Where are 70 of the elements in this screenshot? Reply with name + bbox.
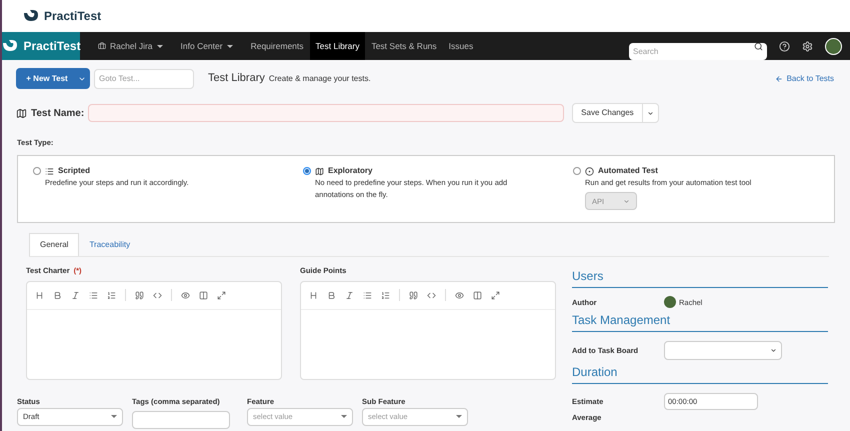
- editor-tool-icon[interactable]: [345, 290, 354, 300]
- section-title: Task Management: [572, 311, 828, 332]
- test-type-name: Automated Test: [598, 165, 658, 178]
- target-icon: [585, 166, 594, 176]
- chevron-icon: [770, 347, 777, 354]
- editor-tool-icon[interactable]: [199, 290, 208, 300]
- test-type-name: Exploratory: [328, 165, 372, 178]
- nav-tab[interactable]: Info Center: [174, 32, 239, 60]
- editor-tool-icon[interactable]: [89, 290, 98, 300]
- editor-tool-icon[interactable]: [327, 290, 336, 300]
- editor-tool-icon[interactable]: [135, 290, 144, 300]
- map-icon: [315, 166, 324, 176]
- arrow-left-icon: [774, 74, 783, 82]
- caret-icon: [156, 44, 163, 48]
- help-icon[interactable]: [779, 40, 790, 52]
- author-avatar: [664, 296, 676, 308]
- nav-tab[interactable]: Rachel Jira: [92, 32, 169, 60]
- caret-icon: [646, 110, 654, 116]
- tags-field[interactable]: [132, 410, 230, 428]
- section-title: Duration: [572, 363, 828, 384]
- editor-tool-icon[interactable]: [181, 290, 190, 300]
- logo-icon: [22, 9, 40, 23]
- briefcase-icon: [98, 42, 106, 50]
- brand-name: PractiTest: [23, 38, 81, 55]
- search-icon[interactable]: [754, 42, 763, 50]
- editor-tool-icon[interactable]: [71, 290, 80, 300]
- page-subtitle: Create & manage your tests.: [268, 72, 371, 84]
- editor-tool-icon[interactable]: [491, 290, 500, 300]
- save-changes-button[interactable]: Save Changes: [572, 103, 659, 123]
- test-name-label: Test Name:: [31, 106, 84, 120]
- avatar[interactable]: [825, 38, 842, 54]
- editor-tool-icon[interactable]: [427, 290, 436, 300]
- editor-tool-icon[interactable]: [107, 290, 116, 300]
- radio-button[interactable]: [573, 167, 581, 176]
- chevron-icon: [623, 198, 630, 205]
- test-name-field[interactable]: [88, 104, 564, 122]
- editor-tool-icon[interactable]: [153, 290, 162, 300]
- nav-tab[interactable]: Test Sets & Runs: [365, 32, 443, 60]
- page-title: Test Library: [208, 71, 265, 86]
- goto-field[interactable]: Goto Test...: [94, 68, 194, 88]
- test-type-name: Scripted: [58, 165, 90, 178]
- brand-bar[interactable]: PractiTest: [2, 32, 80, 60]
- nav-tab[interactable]: Requirements: [244, 32, 310, 60]
- section-title: Users: [572, 267, 828, 288]
- editor-tool-icon[interactable]: [455, 290, 464, 300]
- map-icon: [16, 108, 27, 118]
- caret-icon: [111, 415, 117, 418]
- editor-tool-icon[interactable]: [381, 290, 390, 300]
- tab[interactable]: General: [29, 233, 80, 256]
- nav-tab[interactable]: Issues: [442, 32, 480, 60]
- new-test-button[interactable]: + New Test: [16, 68, 90, 89]
- radio-button[interactable]: [303, 167, 311, 176]
- editor-tool-icon[interactable]: [363, 290, 372, 300]
- back-link[interactable]: Back to Tests: [774, 72, 834, 84]
- editor-tool-icon[interactable]: [473, 290, 482, 300]
- list-icon: [45, 166, 54, 176]
- tab[interactable]: Traceability: [79, 233, 140, 256]
- editor-tool-icon[interactable]: [217, 290, 226, 300]
- nav-tab[interactable]: Test Library: [310, 32, 366, 60]
- editor-tool-icon[interactable]: [409, 290, 418, 300]
- editor-tool-icon[interactable]: [35, 290, 44, 300]
- radio-button[interactable]: [33, 167, 41, 176]
- settings-icon[interactable]: [802, 40, 813, 52]
- editor-tool-icon[interactable]: [53, 290, 62, 300]
- caret-icon: [456, 415, 462, 418]
- editor-tool-icon[interactable]: [309, 290, 318, 300]
- caret-icon: [341, 415, 347, 418]
- search-field[interactable]: Search: [629, 42, 767, 60]
- brand-name: PractiTest: [44, 8, 102, 25]
- caret-icon: [226, 44, 233, 48]
